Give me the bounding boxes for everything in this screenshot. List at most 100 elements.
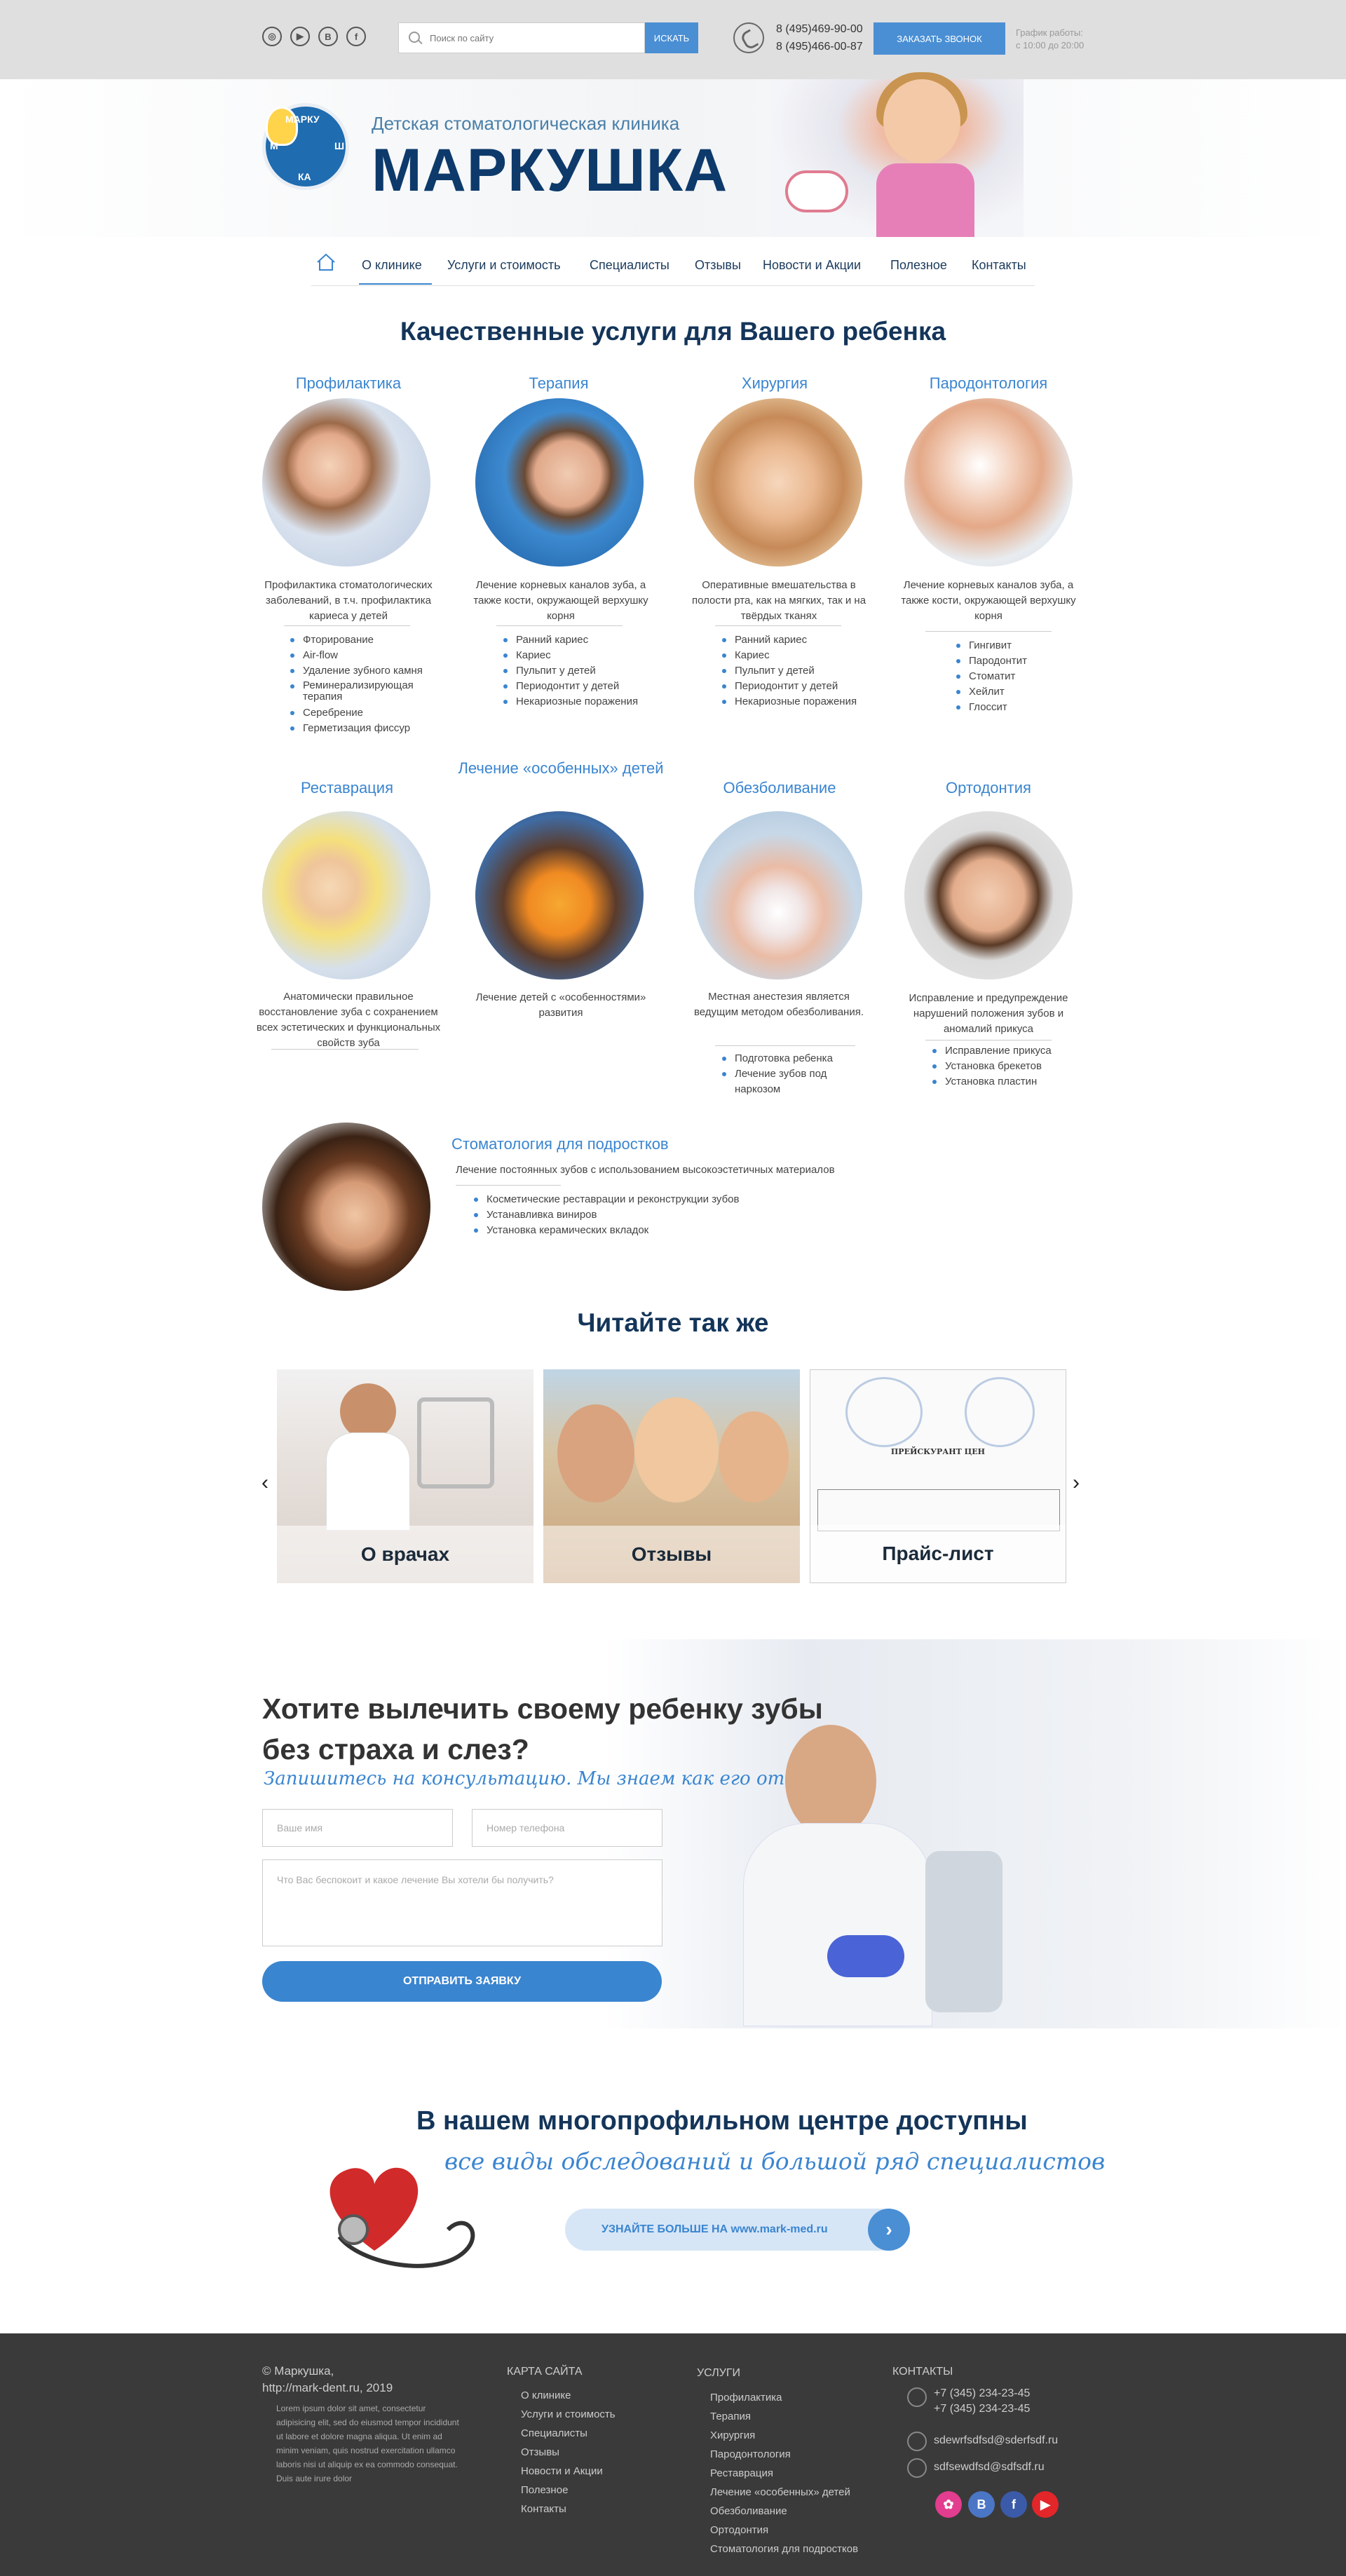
footer-link[interactable]: Ортодонтия [710,2521,858,2540]
home-icon[interactable] [315,252,336,272]
nav-active-indicator [359,283,432,285]
service-photo-orthodontics[interactable] [904,811,1073,979]
card-doctors[interactable]: О врачах [277,1369,533,1583]
search-button[interactable]: ИСКАТЬ [645,22,698,53]
footer-link[interactable]: Специалисты [521,2424,616,2443]
dribbble-icon[interactable]: ✿ [935,2491,962,2518]
facebook-icon[interactable]: f [1000,2491,1027,2518]
service-photo-periodontology[interactable] [904,398,1073,567]
order-call-button[interactable]: ЗАКАЗАТЬ ЗВОНОК [873,22,1005,55]
service-title[interactable]: Терапия [454,374,664,393]
list-item: Исправление прикуса [932,1043,1066,1059]
list-item: Пульпит у детей [503,663,658,679]
heart-stethoscope-icon [329,2167,475,2268]
vk-icon[interactable]: B [968,2491,995,2518]
service-list: Подготовка ребенка Лечение зубов под нар… [722,1051,848,1097]
footer-link[interactable]: Отзывы [521,2443,616,2462]
teen-photo[interactable] [262,1123,430,1291]
footer-link[interactable]: Лечение «особенных» детей [710,2483,858,2502]
youtube-icon[interactable]: ▶ [1032,2491,1059,2518]
footer-site-url[interactable]: http://mark-dent.ru, 2019 [262,2381,393,2395]
footer-link[interactable]: О клинике [521,2386,616,2405]
vk-icon[interactable]: B [318,27,338,46]
service-photo-therapy[interactable] [475,398,644,567]
list-item: Установка брекетов [932,1059,1066,1074]
list-item: Фторирование [290,632,437,648]
service-desc: Профилактика стоматологических заболеван… [264,579,433,622]
submit-request-button[interactable]: ОТПРАВИТЬ ЗАЯВКУ [262,1961,662,2002]
service-photo-special-kids[interactable] [475,811,644,979]
service-desc: Местная анестезия является ведущим метод… [693,991,864,1018]
learn-more-button[interactable]: УЗНАЙТЕ БОЛЬШЕ НА www.mark-med.ru › [565,2209,910,2251]
teen-title[interactable]: Стоматология для подростков [451,1135,669,1153]
card-label: О врачах [277,1526,533,1583]
message-textarea[interactable]: Что Вас беспокоит и какое лечение Вы хот… [262,1859,662,1946]
service-title[interactable]: Пародонтология [883,374,1094,393]
footer-link[interactable]: Профилактика [710,2388,858,2407]
list-item: Пародонтит [956,653,1068,669]
list-item: Серебрение [290,705,437,721]
list-item: Ранний кариес [503,632,658,648]
service-title[interactable]: Обезболивание [674,778,885,798]
footer-link[interactable]: Хирургия [710,2426,858,2445]
footer-link[interactable]: Терапия [710,2407,858,2426]
arrow-right-icon[interactable]: › [868,2209,910,2251]
phone-number[interactable]: 8 (495)466-00-87 [776,41,863,53]
divider [715,625,841,626]
header-photo-girl [771,72,1024,237]
logo[interactable]: МАРКУ М Ш КА [262,103,349,190]
globe-icon[interactable]: ◎ [262,27,282,46]
footer-link[interactable]: Услуги и стоимость [521,2405,616,2424]
footer-email[interactable]: sdfsewdfsd@sdfsdf.ru [934,2461,1045,2474]
list-item: Кариес [503,648,658,663]
service-title[interactable]: Лечение «особенных» детей [456,759,666,778]
footer-phone[interactable]: +7 (345) 234-23-45 [934,2387,1030,2400]
service-list: Косметические реставрации и реконструкци… [474,1192,824,1238]
list-item: Герметизация фиссур [290,721,437,736]
footer-phone[interactable]: +7 (345) 234-23-45 [934,2403,1030,2415]
carousel-prev-icon[interactable]: ‹ [261,1471,268,1495]
footer-link[interactable]: Реставрация [710,2464,858,2483]
footer-link[interactable]: Обезболивание [710,2502,858,2521]
services-heading: Качественные услуги для Вашего ребенка [400,317,946,346]
nav-item-reviews[interactable]: Отзывы [695,258,741,273]
service-photo-restoration[interactable] [262,811,430,979]
carousel-next-icon[interactable]: › [1073,1471,1080,1495]
nav-item-news[interactable]: Новости и Акции [763,258,861,273]
phone-number[interactable]: 8 (495)469-90-00 [776,23,863,36]
nav-item-specialists[interactable]: Специалисты [590,258,669,273]
service-title[interactable]: Профилактика [243,374,454,393]
nav-item-contacts[interactable]: Контакты [972,258,1026,273]
youtube-icon[interactable]: ▶ [290,27,310,46]
search-input[interactable] [430,30,633,46]
divider [271,1049,419,1050]
service-photo-prophylaxis[interactable] [262,398,430,567]
service-title[interactable]: Ортодонтия [883,778,1094,798]
card-label: Прайс-лист [810,1525,1066,1582]
footer-lorem: Lorem ipsum dolor sit amet, consectetur … [276,2404,459,2483]
footer-link[interactable]: Контакты [521,2500,616,2519]
service-title[interactable]: Реставрация [242,778,452,798]
footer-link[interactable]: Стоматология для подростков [710,2540,858,2558]
service-desc: Лечение корневых каналов зуба, а также к… [901,579,1076,622]
footer-email[interactable]: sdewrfsdfsd@sderfsdf.ru [934,2434,1058,2447]
footer-link[interactable]: Пародонтология [710,2445,858,2464]
divider [456,1185,561,1186]
service-list: Ранний кариес Кариес Пульпит у детей Пер… [722,632,876,710]
service-photo-surgery[interactable] [694,398,862,567]
name-input[interactable]: Ваше имя [262,1809,453,1847]
nav-item-services[interactable]: Услуги и стоимость [447,258,561,273]
nav-item-about[interactable]: О клинике [362,258,422,273]
footer-link[interactable]: Новости и Акции [521,2462,616,2481]
search-box[interactable] [398,22,645,53]
card-price-list[interactable]: ПРЕЙСКУРАНТ ЦЕН Прайс-лист [810,1369,1066,1583]
facebook-icon[interactable]: f [346,27,366,46]
footer-link[interactable]: Полезное [521,2481,616,2500]
nav-item-useful[interactable]: Полезное [890,258,947,273]
service-photo-anesthesia[interactable] [694,811,862,979]
clinic-subtitle: Детская стоматологическая клиника [372,113,680,134]
phone-input[interactable]: Номер телефона [472,1809,662,1847]
mail-icon [907,2432,927,2451]
card-reviews[interactable]: Отзывы [543,1369,800,1583]
service-title[interactable]: Хирургия [669,374,880,393]
